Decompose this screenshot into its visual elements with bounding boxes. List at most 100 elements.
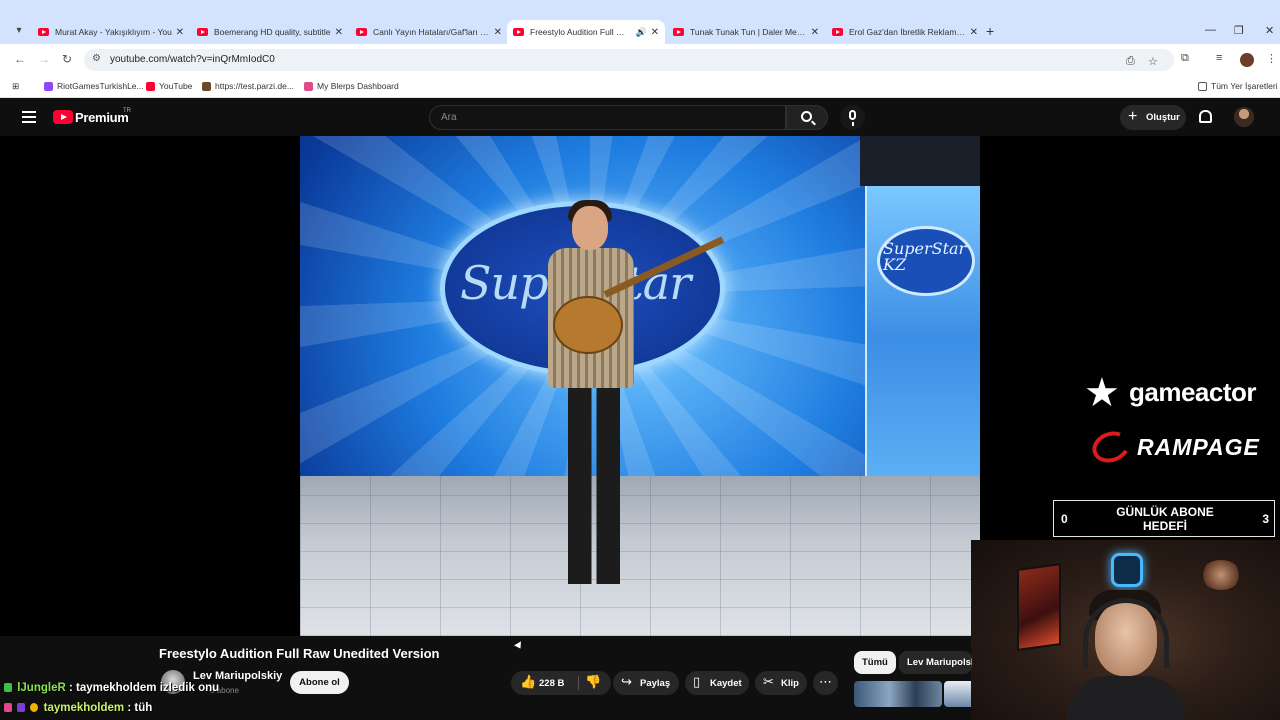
webcam-lamp xyxy=(1201,560,1241,590)
minimize-icon[interactable]: — xyxy=(1205,24,1216,36)
account-avatar[interactable] xyxy=(1234,107,1254,127)
clip-button[interactable]: ✂ Klip xyxy=(755,671,807,695)
bookmark-icon: ▯ xyxy=(693,674,701,689)
save-button[interactable]: ▯ Kaydet xyxy=(685,671,749,695)
menu-hamburger-icon[interactable] xyxy=(22,111,36,123)
browser-tab-active[interactable]: Freestylo Audition Full Raw 🔊 ✕ xyxy=(507,20,665,44)
chat-message: taymekholdem : tüh xyxy=(4,702,152,714)
search-button[interactable] xyxy=(786,105,828,130)
chat-badge-icon xyxy=(4,683,12,693)
twitch-icon xyxy=(44,81,53,91)
youtube-logo-icon[interactable] xyxy=(53,110,73,124)
bookmark-label: https://test.parzi.de... xyxy=(215,81,294,91)
close-tab-icon[interactable]: ✕ xyxy=(970,27,978,38)
forward-arrow-icon[interactable]: → xyxy=(38,52,50,66)
bookmark-item[interactable]: My Blerps Dashboard xyxy=(304,81,399,91)
more-actions-button[interactable]: ⋯ xyxy=(813,671,838,695)
chat-badge-icon xyxy=(4,703,12,713)
gameactor-star-icon: ★ xyxy=(1084,371,1120,415)
close-window-icon[interactable]: ✕ xyxy=(1265,24,1274,37)
video-frame[interactable]: SuperStar SuperStar KZ xyxy=(300,136,980,636)
share-button[interactable]: ↪ Paylaş xyxy=(613,671,679,695)
apps-grid-icon[interactable]: ⊞ xyxy=(12,81,19,92)
close-tab-icon[interactable]: ✕ xyxy=(335,27,343,38)
chip-channel[interactable]: Lev Mariupolsk xyxy=(899,651,972,674)
chat-message: lJungleR : taymekholdem izledik onu xyxy=(4,682,219,694)
related-video-thumbnail[interactable] xyxy=(854,681,942,707)
youtube-header: Premium TR Ara + Oluştur xyxy=(0,99,1280,136)
share-arrow-icon: ↪ xyxy=(621,674,632,689)
bookmark-label: YouTube xyxy=(159,81,193,91)
folder-icon xyxy=(1198,81,1207,91)
address-bar[interactable]: ⚙ youtube.com/watch?v=inQrMmIodC0 ⎙ ☆ xyxy=(84,49,1174,71)
gameactor-logo: gameactor xyxy=(1129,377,1257,407)
related-video-thumbnail[interactable] xyxy=(944,681,971,707)
stage-dark-corner xyxy=(860,136,980,186)
mouse-cursor-icon xyxy=(514,641,524,651)
close-tab-icon[interactable]: ✕ xyxy=(651,27,659,38)
browser-tab[interactable]: Erol Gaz'dan İbretlik Reklam - Y ✕ xyxy=(826,22,984,42)
rampage-logo: RAMPAGE xyxy=(1137,434,1260,460)
browser-tab-strip: ▾ Murat Akay - Yakışıklıyım - You ✕ Boem… xyxy=(0,0,1280,44)
like-thumb-icon[interactable]: 👍 xyxy=(520,675,536,689)
chat-username: taymekholdem xyxy=(43,702,125,714)
create-button[interactable]: + Oluştur xyxy=(1120,105,1186,130)
browser-tab[interactable]: Murat Akay - Yakışıklıyım - You ✕ xyxy=(32,22,190,42)
chip-all[interactable]: Tümü xyxy=(854,651,896,674)
youtube-favicon-icon xyxy=(197,28,208,36)
audio-playing-icon[interactable]: 🔊 xyxy=(636,27,647,38)
url-text[interactable]: youtube.com/watch?v=inQrMmIodC0 xyxy=(110,54,275,65)
chat-text: : tüh xyxy=(127,702,153,714)
bookmark-item[interactable]: https://test.parzi.de... xyxy=(202,81,294,91)
streamer-webcam xyxy=(971,540,1280,720)
side-logo-text: SuperStar KZ xyxy=(883,239,967,274)
dombra-instrument xyxy=(553,296,623,354)
bookmark-item[interactable]: RiotGamesTurkishLe... xyxy=(44,81,144,91)
youtube-favicon-icon xyxy=(356,28,367,36)
media-control-icon[interactable]: ≡ xyxy=(1216,52,1222,64)
bookmark-item[interactable]: YouTube xyxy=(146,81,192,91)
goal-current: 0 xyxy=(1061,512,1068,526)
subscribe-button[interactable]: Abone ol xyxy=(290,671,349,694)
tab-title: Freestylo Audition Full Raw xyxy=(530,27,626,37)
search-placeholder: Ara xyxy=(441,112,457,123)
clip-label: Klip xyxy=(781,678,799,689)
voice-search-button[interactable] xyxy=(840,105,865,130)
youtube-favicon-icon xyxy=(513,28,524,36)
close-tab-icon[interactable]: ✕ xyxy=(811,27,819,38)
search-icon xyxy=(801,111,812,122)
reload-icon[interactable]: ↻ xyxy=(62,52,72,66)
install-app-icon[interactable]: ⎙ xyxy=(1126,55,1135,68)
bookmark-star-icon[interactable]: ☆ xyxy=(1148,55,1158,68)
browser-toolbar: ← → ↻ ⚙ youtube.com/watch?v=inQrMmIodC0 … xyxy=(0,44,1280,76)
more-horizontal-icon: ⋯ xyxy=(819,674,832,689)
browser-menu-icon[interactable]: ⋮ xyxy=(1266,52,1277,65)
tab-title: Tunak Tunak Tun | Daler Mehnd xyxy=(690,27,808,37)
like-divider xyxy=(578,676,579,690)
profile-avatar-icon[interactable] xyxy=(1240,53,1254,67)
microphone-icon xyxy=(849,110,856,126)
site-info-icon[interactable]: ⚙ xyxy=(92,53,101,64)
all-bookmarks[interactable]: Tüm Yer İşaretleri xyxy=(1198,81,1278,91)
search-input[interactable]: Ara xyxy=(429,105,786,130)
back-arrow-icon[interactable]: ← xyxy=(14,52,26,66)
dislike-thumb-icon[interactable]: 👎 xyxy=(585,675,601,689)
browser-tab[interactable]: Canlı Yayın Hataları/Gaf'ları - Yo ✕ xyxy=(350,22,508,42)
close-tab-icon[interactable]: ✕ xyxy=(176,27,184,38)
extensions-icon[interactable]: ⧉ xyxy=(1181,52,1189,65)
plus-icon: + xyxy=(1128,108,1138,125)
close-tab-icon[interactable]: ✕ xyxy=(494,27,502,38)
webcam-shirt xyxy=(1067,676,1185,720)
tab-search-icon[interactable]: ▾ xyxy=(10,22,28,40)
channel-name[interactable]: Lev Mariupolskiy xyxy=(193,670,282,682)
restore-icon[interactable]: ❐ xyxy=(1234,24,1244,37)
new-tab-icon[interactable]: + xyxy=(986,23,994,39)
youtube-brand[interactable]: Premium xyxy=(75,110,129,125)
share-label: Paylaş xyxy=(640,678,671,689)
youtube-favicon-icon xyxy=(832,28,843,36)
streamer-badge-icon xyxy=(1111,553,1143,587)
like-count[interactable]: 228 B xyxy=(539,678,564,689)
browser-tab[interactable]: Boemerang HD quality, subtitle ✕ xyxy=(191,22,349,42)
browser-tab[interactable]: Tunak Tunak Tun | Daler Mehnd ✕ xyxy=(667,22,825,42)
notifications-bell-icon[interactable] xyxy=(1199,110,1212,123)
